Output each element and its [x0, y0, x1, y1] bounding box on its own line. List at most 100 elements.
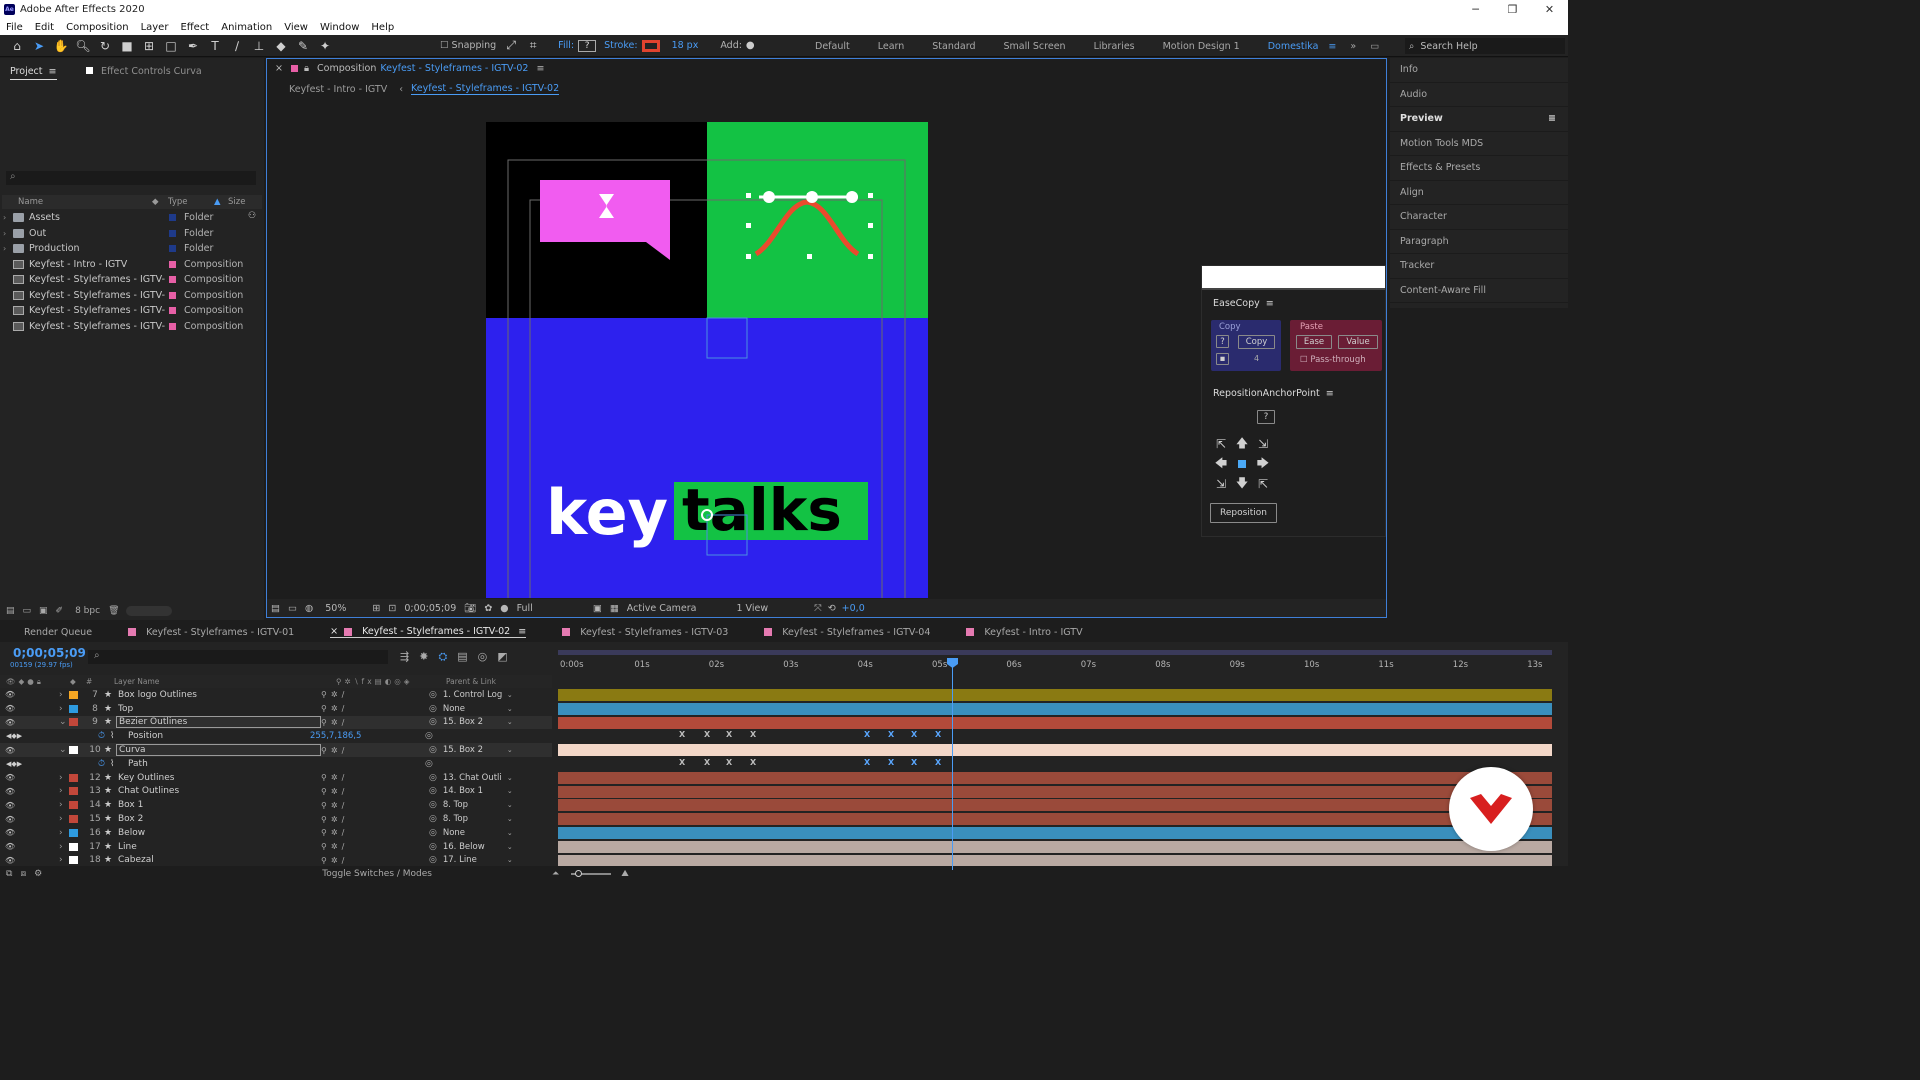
menu-view[interactable]: View — [278, 22, 314, 33]
visibility-eye-icon[interactable]: 👁︎ — [5, 856, 15, 865]
copy-button[interactable]: Copy — [1238, 335, 1275, 349]
zoom-in-icon[interactable]: ⛰ — [621, 869, 629, 879]
visibility-eye-icon[interactable]: 👁︎ — [5, 704, 15, 713]
parent-dropdown-icon[interactable]: ⌄ — [507, 774, 513, 782]
render-time-icon[interactable]: ⧉ — [6, 869, 12, 879]
workspace-standard[interactable]: Standard — [932, 41, 975, 52]
layer-label-color[interactable] — [69, 704, 78, 713]
layer-label-color[interactable] — [69, 856, 78, 865]
time-ruler[interactable]: 0:00s 01s 02s 03s 04s 05s 06s 07s 08s 09s 10s 11s 12… — [558, 650, 1552, 678]
timeline-tab[interactable]: Keyfest - Styleframes - IGTV-03 — [562, 627, 728, 638]
pickwhip-icon[interactable]: ◎ — [425, 731, 433, 741]
parent-dropdown-icon[interactable]: ⌄ — [507, 705, 513, 713]
visibility-eye-icon[interactable]: 👁︎ — [5, 801, 15, 810]
keyframe-icon[interactable]: Ⅹ — [911, 758, 917, 767]
layer-row[interactable]: 👁︎ › 8 ★ Top ⚲✲∕ ◎ None ⌄ — [0, 702, 552, 716]
expand-chevron-icon[interactable]: › — [3, 244, 13, 253]
label-color[interactable] — [169, 322, 176, 330]
pan-behind-tool-icon[interactable]: ⊞ — [138, 36, 160, 56]
layer-row[interactable]: 👁︎ ⌄ 9 ★ Bezier Outlines ⚲✲∕ ◎ 15. Box 2 ⌄ — [0, 715, 552, 730]
pickwhip-icon[interactable]: ◎ — [429, 814, 437, 824]
layer-bar[interactable] — [558, 744, 1552, 757]
draft-3d-icon[interactable]: ✸ — [419, 650, 438, 663]
keyframe-icon[interactable]: Ⅹ — [750, 730, 756, 739]
label-color[interactable] — [169, 245, 176, 252]
timeline-tab[interactable]: Keyfest - Styleframes - IGTV-01 — [128, 627, 294, 638]
right-panel-item[interactable]: Paragraph — [1390, 230, 1568, 254]
layer-name[interactable]: Top — [116, 704, 321, 714]
parent-select[interactable]: 8. Top — [437, 800, 507, 810]
copy-clipboard-icon[interactable]: ▪ — [1216, 353, 1229, 365]
anchor-top-right-icon[interactable]: ⇲ — [1256, 437, 1270, 451]
right-panel-item[interactable]: Preview ≡ — [1390, 107, 1568, 132]
tab-project[interactable]: Project ≡ — [10, 66, 57, 80]
keyframe-icon[interactable]: Ⅹ — [911, 730, 917, 739]
reposition-help-button[interactable]: ? — [1257, 410, 1275, 424]
copy-help-button[interactable]: ? — [1216, 335, 1229, 348]
anchor-top-left-icon[interactable]: ⇱ — [1214, 437, 1228, 451]
pickwhip-icon[interactable]: ◎ — [429, 717, 437, 727]
label-column-icon[interactable]: ◆ — [152, 197, 168, 207]
keyframe-icon[interactable]: Ⅹ — [704, 758, 710, 767]
layer-name[interactable]: Box logo Outlines — [116, 690, 321, 700]
close-icon[interactable]: ✕ — [1531, 0, 1568, 19]
delete-icon[interactable]: 🗑︎ — [108, 606, 119, 616]
pickwhip-icon[interactable]: ◎ — [429, 800, 437, 810]
layer-name[interactable]: Line — [116, 842, 321, 852]
workspace-motion-design[interactable]: Motion Design 1 — [1163, 41, 1240, 52]
visibility-eye-icon[interactable]: 👁︎ — [5, 746, 15, 755]
parent-select[interactable]: 15. Box 2 — [437, 745, 507, 755]
expand-chevron-icon[interactable]: › — [59, 828, 67, 838]
anchor-top-icon[interactable]: 🡅 — [1235, 436, 1249, 451]
parent-select[interactable]: None — [437, 828, 507, 838]
layer-switches-icon[interactable]: ⚲✲∕ — [321, 690, 441, 699]
keyframe-nav-icon[interactable]: ◀◆▶ — [6, 760, 36, 768]
parent-dropdown-icon[interactable]: ⌄ — [507, 787, 513, 795]
shy-layers-icon[interactable]: ⛭ — [438, 650, 457, 663]
keyframe-icon[interactable]: Ⅹ — [888, 730, 894, 739]
layer-label-color[interactable] — [69, 842, 78, 851]
pickwhip-icon[interactable]: ◎ — [429, 704, 437, 714]
search-help-input[interactable]: ⌕ Search Help — [1405, 38, 1565, 54]
layer-name[interactable]: Bezier Outlines — [116, 716, 321, 729]
keyframe-icon[interactable]: Ⅹ — [888, 758, 894, 767]
roto-brush-tool-icon[interactable]: ✎ — [292, 36, 314, 56]
switches-column-icon[interactable]: ⚲✲∖fx▤◐◎◈ — [336, 677, 446, 686]
layer-bar[interactable] — [558, 702, 1552, 715]
layer-label-color[interactable] — [69, 828, 78, 837]
expand-chevron-icon[interactable]: › — [59, 855, 67, 865]
snap-option2-icon[interactable]: ⌗ — [522, 36, 544, 56]
parent-dropdown-icon[interactable]: ⌄ — [507, 856, 513, 864]
layer-bar[interactable] — [558, 785, 1552, 798]
layer-switches-icon[interactable]: ⚲✲∕ — [321, 704, 441, 713]
layer-bar[interactable] — [558, 716, 1552, 729]
fill-swatch[interactable]: ? — [578, 39, 597, 52]
toggle-switches-modes[interactable]: Toggle Switches / Modes — [322, 869, 432, 879]
expand-chevron-icon[interactable]: › — [59, 773, 67, 783]
pickwhip-icon[interactable]: ◎ — [429, 690, 437, 700]
parent-dropdown-icon[interactable]: ⌄ — [507, 843, 513, 851]
pickwhip-icon[interactable]: ◎ — [429, 745, 437, 755]
breadcrumb-current[interactable]: Keyfest - Styleframes - IGTV-02 — [411, 83, 560, 95]
stopwatch-icon[interactable]: ⏱ — [98, 759, 110, 769]
column-type[interactable]: Type — [168, 197, 214, 207]
layer-name[interactable]: Box 2 — [116, 814, 321, 824]
parent-select[interactable]: 17. Line — [437, 855, 507, 865]
transparency-grid-icon[interactable]: ▦ — [610, 603, 619, 614]
work-area-bar[interactable] — [558, 650, 1552, 655]
layer-switches-icon[interactable]: ⚲✲∕ — [321, 856, 441, 865]
color-channels-icon[interactable]: ● — [500, 603, 508, 614]
keyframe-icon[interactable]: Ⅹ — [750, 758, 756, 767]
visibility-eye-icon[interactable]: 👁︎ — [5, 773, 15, 782]
workspace-menu-icon[interactable]: ≡ — [1328, 41, 1336, 52]
layer-row[interactable]: 👁︎ › 16 ★ Below ⚲✲∕ ◎ None ⌄ — [0, 826, 552, 840]
graph-icon[interactable]: ⌇ — [110, 759, 126, 769]
project-item[interactable]: › Production Folder — [0, 241, 262, 256]
comp-menu-icon[interactable]: ≡ — [536, 63, 544, 74]
close-tab-icon[interactable]: × — [330, 626, 338, 637]
snapshot-icon[interactable]: ▤ — [271, 603, 280, 614]
layer-name[interactable]: Below — [116, 828, 321, 838]
exposure-value[interactable]: +0,0 — [842, 603, 865, 614]
layer-switches-icon[interactable]: ⚲✲∕ — [321, 746, 441, 755]
workspace-learn[interactable]: Learn — [878, 41, 905, 52]
